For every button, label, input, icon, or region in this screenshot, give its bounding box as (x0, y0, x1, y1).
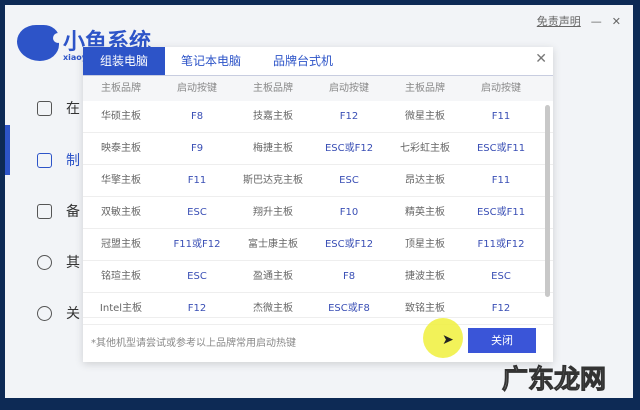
sidebar-item-label: 关 (66, 306, 80, 322)
minimize-button[interactable]: — (591, 15, 602, 28)
sidebar-item-about[interactable]: 关 (37, 303, 80, 323)
boot-key: ESC或F12 (324, 239, 374, 250)
disclaimer-link[interactable]: 免责声明 (537, 13, 581, 29)
boot-key: F12 (339, 111, 359, 122)
online-icon (37, 100, 52, 116)
board-brand: 双敏主板 (101, 207, 141, 218)
board-brand: 华硕主板 (101, 111, 141, 122)
sidebar-item-label: 制 (66, 153, 80, 169)
close-dialog-button[interactable]: 关闭 (468, 328, 536, 353)
table-row: 冠盟主板 F11或F12 富士康主板 ESC或F12 顶星主板 F11或F12 (83, 229, 553, 261)
sidebar-item-label: 在 (66, 101, 80, 117)
column-header: 启动按键 (177, 83, 217, 94)
boot-key: F8 (190, 111, 204, 122)
table-row: 双敏主板 ESC 翔升主板 F10 精英主板 ESC或F11 (83, 197, 553, 229)
boot-key: ESC (187, 207, 207, 218)
board-brand: 盈通主板 (253, 271, 293, 282)
table-body: 华硕主板 F8 技嘉主板 F12 微星主板 F11 映泰主板 F9 梅捷主板 ESC或F12 七彩虹… (83, 101, 553, 325)
board-brand: 捷波主板 (405, 271, 445, 282)
boot-key: F9 (190, 143, 204, 154)
settings-icon (37, 254, 52, 270)
boot-key: F10 (339, 207, 359, 218)
boot-key: ESC (491, 271, 511, 282)
boot-key: ESC或F11 (476, 143, 526, 154)
column-header: 主板品牌 (253, 83, 293, 94)
boot-key: F8 (342, 271, 356, 282)
board-brand: 华擎主板 (101, 175, 141, 186)
table-row: 华擎主板 F11 斯巴达克主板 ESC 昂达主板 F11 (83, 165, 553, 197)
boot-key: F11 (491, 111, 511, 122)
info-icon (37, 305, 52, 321)
boot-key: F11或F12 (173, 239, 221, 250)
sidebar-item-online[interactable]: 在 (37, 98, 80, 118)
board-brand: 富士康主板 (248, 239, 298, 250)
boot-key: F11 (491, 175, 511, 186)
tab-laptop[interactable]: 笔记本电脑 (165, 47, 257, 75)
boot-key-dialog: 组装电脑 笔记本电脑 品牌台式机 ✕ 主板品牌 启动按键 主板品牌 启动按键 主… (83, 47, 553, 362)
boot-key: ESC (187, 271, 207, 282)
boot-key: ESC (339, 175, 359, 186)
column-header: 启动按键 (329, 83, 369, 94)
active-indicator (5, 125, 10, 175)
sidebar-item-backup[interactable]: 备 (37, 201, 80, 221)
footnote: *其他机型请尝试或参考以上品牌常用启动热键 (91, 338, 296, 349)
boot-key: ESC或F12 (324, 143, 374, 154)
close-button[interactable]: ✕ (612, 15, 621, 28)
boot-key: F11或F12 (477, 239, 525, 250)
board-brand: 七彩虹主板 (400, 143, 450, 154)
boot-key: F11 (187, 175, 207, 186)
sidebar-item-make[interactable]: 制 (37, 150, 80, 170)
mouse-pointer-icon: ➤ (442, 332, 454, 348)
table-row: 铭瑄主板 ESC 盈通主板 F8 捷波主板 ESC (83, 261, 553, 293)
dialog-close-icon[interactable]: ✕ (535, 51, 547, 67)
scrollbar[interactable] (545, 105, 550, 297)
board-brand: 铭瑄主板 (101, 271, 141, 282)
sidebar-item-other[interactable]: 其 (37, 252, 80, 272)
backup-icon (37, 203, 52, 219)
table-row: 华硕主板 F8 技嘉主板 F12 微星主板 F11 (83, 101, 553, 133)
board-brand: 梅捷主板 (253, 143, 293, 154)
board-brand: 昂达主板 (405, 175, 445, 186)
tab-assembled-pc[interactable]: 组装电脑 (83, 47, 166, 75)
table-row: 映泰主板 F9 梅捷主板 ESC或F12 七彩虹主板 ESC或F11 (83, 133, 553, 165)
usb-icon (37, 152, 52, 168)
board-brand: 技嘉主板 (253, 111, 293, 122)
board-brand: 冠盟主板 (101, 239, 141, 250)
board-brand: 映泰主板 (101, 143, 141, 154)
board-brand: 顶星主板 (405, 239, 445, 250)
tab-brand-desktop[interactable]: 品牌台式机 (257, 47, 349, 75)
column-header: 主板品牌 (405, 83, 445, 94)
board-brand: 斯巴达克主板 (243, 175, 303, 186)
board-brand: 微星主板 (405, 111, 445, 122)
table-header: 主板品牌 启动按键 主板品牌 启动按键 主板品牌 启动按键 (83, 76, 553, 101)
watermark: 广东龙网 (501, 365, 606, 396)
board-brand: 翔升主板 (253, 207, 293, 218)
sidebar-item-label: 备 (66, 204, 80, 220)
board-brand: 精英主板 (405, 207, 445, 218)
fish-logo-icon (17, 25, 63, 61)
column-header: 主板品牌 (101, 83, 141, 94)
sidebar-item-label: 其 (66, 255, 80, 271)
boot-key: ESC或F11 (476, 207, 526, 218)
column-header: 启动按键 (481, 83, 521, 94)
